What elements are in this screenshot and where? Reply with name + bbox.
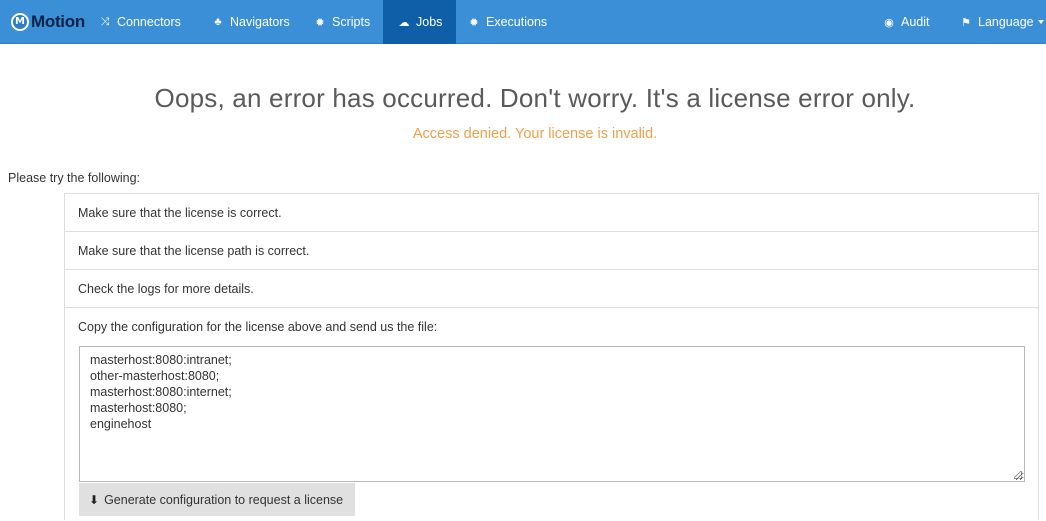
nav-item-label: Scripts bbox=[332, 15, 371, 29]
nav-item-executions[interactable]: ✹ Executions bbox=[467, 0, 547, 44]
instructions-label: Please try the following: bbox=[8, 171, 141, 185]
config-line: masterhost:8080:internet; bbox=[90, 385, 232, 399]
generate-configuration-button[interactable]: ⬇ Generate configuration to request a li… bbox=[79, 483, 356, 516]
eye-icon: ◉ bbox=[884, 16, 894, 29]
config-instruction-text: Copy the configuration for the license a… bbox=[78, 320, 438, 334]
instructions-list: Make sure that the license is correct. M… bbox=[64, 193, 1039, 520]
config-line: enginehost bbox=[90, 417, 152, 431]
download-icon: ⬇ bbox=[89, 492, 100, 507]
nav-item-navigators[interactable]: ♣ Navigators bbox=[211, 0, 290, 44]
config-line: other-masterhost:8080; bbox=[90, 369, 220, 383]
nav-item-label: Language bbox=[978, 15, 1034, 29]
error-subtitle: Access denied. Your license is invalid. bbox=[412, 126, 658, 142]
nav-item-label: Connectors bbox=[117, 15, 181, 29]
flag-icon: ⚑ bbox=[961, 16, 971, 29]
sitemap-icon: ♣ bbox=[214, 16, 222, 28]
config-textarea[interactable]: masterhost:8080:intranet; other-masterho… bbox=[79, 346, 1025, 482]
config-line: masterhost:8080:intranet; bbox=[90, 353, 232, 367]
caret-down-icon bbox=[1037, 20, 1044, 24]
list-item-config: Copy the configuration for the license a… bbox=[65, 308, 1038, 521]
nav-item-jobs[interactable]: ☁ Jobs bbox=[383, 0, 457, 44]
list-item: Check the logs for more details. bbox=[65, 270, 1038, 308]
nav-item-connectors[interactable]: ⤨ Connectors bbox=[98, 0, 181, 44]
nav-item-audit[interactable]: ◉ Audit bbox=[882, 0, 930, 44]
brand-name: Motion bbox=[31, 12, 85, 31]
cog-icon: ✹ bbox=[469, 16, 479, 29]
cog-icon: ✹ bbox=[315, 16, 325, 29]
generate-button-label: Generate configuration to request a lice… bbox=[104, 492, 344, 507]
nav-item-label: Audit bbox=[901, 15, 930, 29]
nav-item-label: Executions bbox=[486, 15, 548, 29]
resize-grip-icon[interactable] bbox=[1014, 471, 1022, 479]
language-dropdown[interactable]: ⚑ Language bbox=[959, 0, 1044, 44]
shuffle-icon: ⤨ bbox=[100, 15, 110, 28]
top-navbar: M Motion ⤨ Connectors ♣ Navigators ✹ Scr… bbox=[0, 0, 1046, 44]
motion-logo-icon: M bbox=[11, 13, 29, 31]
config-line: masterhost:8080; bbox=[90, 401, 187, 415]
list-item: Make sure that the license path is corre… bbox=[65, 232, 1038, 270]
nav-item-label: Navigators bbox=[230, 15, 290, 29]
list-item: Make sure that the license is correct. bbox=[65, 194, 1038, 232]
cloud-icon: ☁ bbox=[398, 16, 410, 29]
nav-item-label: Jobs bbox=[416, 15, 443, 29]
nav-item-scripts[interactable]: ✹ Scripts bbox=[313, 0, 370, 44]
error-title: Oops, an error has occurred. Don't worry… bbox=[154, 83, 916, 113]
brand-logo-link[interactable]: M Motion bbox=[11, 11, 85, 33]
